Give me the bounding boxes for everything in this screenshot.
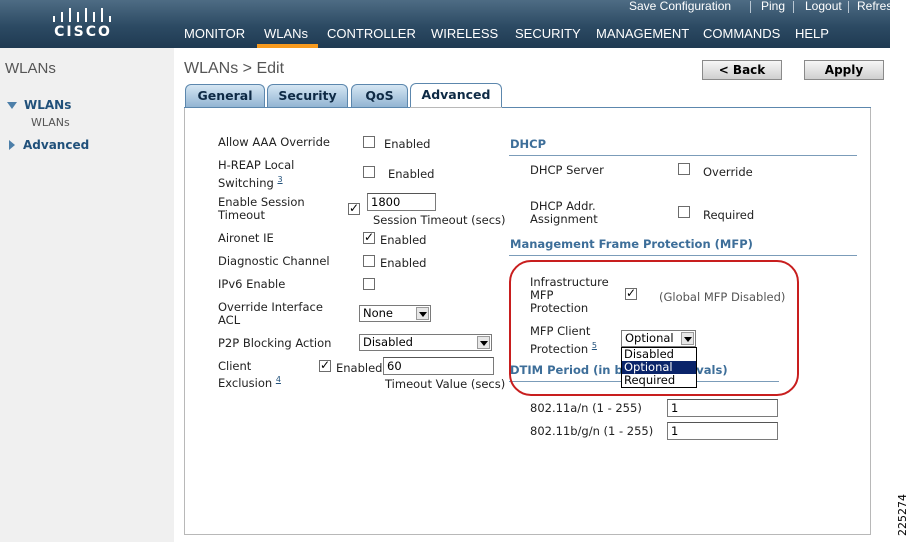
acl-select-value: None bbox=[363, 306, 394, 320]
allow-aaa-checkbox[interactable] bbox=[363, 136, 375, 148]
section-divider bbox=[509, 255, 857, 256]
collapsed-triangle-icon[interactable] bbox=[9, 140, 15, 150]
client-exclusion-label-line2: Exclusion 4 bbox=[218, 373, 281, 390]
tab-general[interactable]: General bbox=[185, 84, 265, 108]
hreap-label-line1: H-REAP Local bbox=[218, 158, 295, 172]
hreap-label-text: Switching bbox=[218, 175, 274, 190]
nav-security[interactable]: SECURITY bbox=[515, 26, 581, 42]
nav-management[interactable]: MANAGEMENT bbox=[596, 26, 689, 42]
footnote-3-link[interactable]: 3 bbox=[277, 175, 282, 184]
diagnostic-label: Diagnostic Channel bbox=[218, 254, 330, 268]
back-button[interactable]: < Back bbox=[702, 60, 782, 80]
acl-label-line2: ACL bbox=[218, 313, 241, 327]
chevron-down-icon[interactable] bbox=[416, 307, 429, 320]
dtim-a-label: 802.11a/n (1 - 255) bbox=[530, 401, 642, 415]
dhcp-server-override-checkbox[interactable] bbox=[678, 163, 690, 175]
dhcp-addr-required-checkbox[interactable] bbox=[678, 206, 690, 218]
aironet-label: Aironet IE bbox=[218, 231, 274, 245]
aironet-enabled-text: Enabled bbox=[380, 233, 427, 247]
client-exclusion-enabled-text: Enabled bbox=[336, 361, 383, 375]
p2p-select-value: Disabled bbox=[363, 335, 413, 349]
session-timeout-checkbox[interactable] bbox=[348, 201, 360, 215]
tab-advanced[interactable]: Advanced bbox=[410, 83, 502, 109]
ipv6-checkbox[interactable] bbox=[363, 278, 375, 290]
top-link-separator bbox=[848, 1, 849, 13]
nav-wireless[interactable]: WIRELESS bbox=[431, 26, 498, 42]
client-exclusion-timeout-caption: Timeout Value (secs) bbox=[385, 377, 506, 391]
sidebar-item-wlans[interactable]: WLANs bbox=[24, 98, 71, 112]
dhcp-addr-required-text: Required bbox=[703, 208, 755, 222]
dtim-b-label: 802.11b/g/n (1 - 255) bbox=[530, 424, 654, 438]
top-link-separator bbox=[750, 1, 751, 13]
sidebar-subitem-wlans[interactable]: WLANs bbox=[31, 116, 70, 129]
nav-monitor[interactable]: MONITOR bbox=[184, 26, 245, 42]
mfp-section-title: Management Frame Protection (MFP) bbox=[510, 237, 753, 251]
session-label-line2: Timeout bbox=[218, 208, 265, 222]
apply-button[interactable]: Apply bbox=[804, 60, 884, 80]
ping-link[interactable]: Ping bbox=[761, 0, 785, 14]
panel-border bbox=[502, 107, 871, 108]
panel-border bbox=[184, 107, 410, 108]
p2p-select[interactable]: Disabled bbox=[359, 334, 492, 351]
client-exclusion-checkbox[interactable] bbox=[319, 358, 331, 372]
client-exclusion-timeout-input[interactable]: 60 bbox=[383, 357, 494, 375]
dtim-b-input[interactable]: 1 bbox=[667, 422, 778, 440]
session-timeout-input[interactable]: 1800 bbox=[367, 193, 436, 211]
diagnostic-enabled-text: Enabled bbox=[380, 256, 427, 270]
cisco-logo-text: CISCO bbox=[54, 24, 112, 40]
nav-controller[interactable]: CONTROLLER bbox=[327, 26, 416, 42]
dhcp-section-title: DHCP bbox=[510, 137, 547, 151]
nav-help[interactable]: HELP bbox=[795, 26, 829, 42]
hreap-label-line2: Switching 3 bbox=[218, 173, 283, 190]
highlight-ellipse bbox=[509, 260, 799, 396]
active-nav-indicator bbox=[257, 44, 318, 48]
dtim-a-input[interactable]: 1 bbox=[667, 399, 778, 417]
dhcp-server-label: DHCP Server bbox=[530, 163, 604, 177]
dhcp-addr-label-line2: Assignment bbox=[530, 212, 598, 226]
ipv6-label: IPv6 Enable bbox=[218, 277, 286, 291]
session-timeout-caption: Session Timeout (secs) bbox=[373, 213, 506, 227]
p2p-label: P2P Blocking Action bbox=[218, 336, 332, 350]
hreap-enabled-text: Enabled bbox=[388, 167, 435, 181]
acl-select[interactable]: None bbox=[359, 305, 431, 322]
expanded-triangle-icon[interactable] bbox=[7, 102, 17, 109]
nav-commands[interactable]: COMMANDS bbox=[703, 26, 780, 42]
nav-wlans[interactable]: WLANs bbox=[264, 26, 308, 42]
figure-id-text: 225274 bbox=[896, 494, 907, 536]
section-divider bbox=[509, 155, 857, 156]
figure-id: 225274 bbox=[895, 493, 907, 537]
client-exclusion-label-text: Exclusion bbox=[218, 375, 273, 390]
aironet-checkbox[interactable] bbox=[363, 230, 375, 244]
client-exclusion-label-line1: Client bbox=[218, 359, 252, 373]
allow-aaa-enabled-text: Enabled bbox=[384, 137, 431, 151]
hreap-checkbox[interactable] bbox=[363, 166, 375, 178]
dhcp-server-override-text: Override bbox=[703, 165, 753, 179]
chevron-down-icon[interactable] bbox=[477, 336, 490, 349]
save-configuration-link[interactable]: Save Configuration bbox=[629, 0, 731, 14]
sidebar bbox=[0, 48, 174, 542]
tab-qos[interactable]: QoS bbox=[351, 84, 408, 108]
allow-aaa-label: Allow AAA Override bbox=[218, 135, 331, 149]
sidebar-title: WLANs bbox=[5, 60, 56, 77]
top-link-separator bbox=[793, 1, 794, 13]
footnote-4-link[interactable]: 4 bbox=[276, 375, 281, 384]
logout-link[interactable]: Logout bbox=[805, 0, 842, 14]
refresh-link[interactable]: Refresh bbox=[857, 0, 890, 14]
diagnostic-checkbox[interactable] bbox=[363, 255, 375, 267]
sidebar-item-advanced[interactable]: Advanced bbox=[23, 138, 89, 152]
tab-security[interactable]: Security bbox=[267, 84, 348, 108]
page-title: WLANs > Edit bbox=[184, 60, 285, 77]
